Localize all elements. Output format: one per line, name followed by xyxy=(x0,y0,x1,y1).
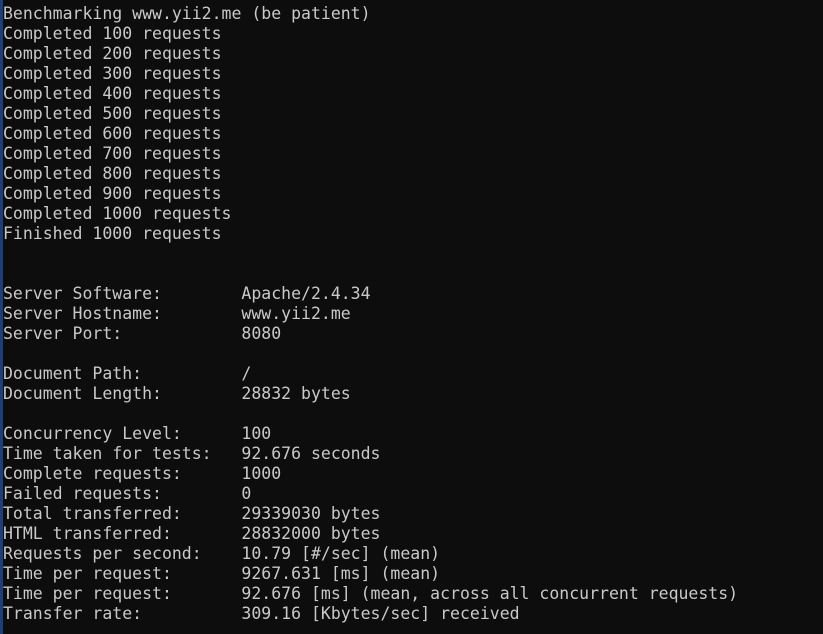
console-line-benchmark-stat: Transfer rate: 309.16 [Kbytes/sec] recei… xyxy=(3,604,520,623)
console-line-progress: Completed 900 requests xyxy=(3,184,222,203)
console-line-progress: Completed 700 requests xyxy=(3,144,222,163)
console-line-document-stat: Document Length: 28832 bytes xyxy=(3,384,351,403)
console-line-benchmark-stat: Concurrency Level: 100 xyxy=(3,424,272,443)
console-line-server-stat: Server Software: Apache/2.4.34 xyxy=(3,284,371,303)
console-line-server-stat: Server Hostname: www.yii2.me xyxy=(3,304,351,323)
console-line-progress: Finished 1000 requests xyxy=(3,224,222,243)
console-line-benchmark-stat: Total transferred: 29339030 bytes xyxy=(3,504,381,523)
console-line-benchmark-stat: Time taken for tests: 92.676 seconds xyxy=(3,444,381,463)
console-line-benchmark-stat: Time per request: 92.676 [ms] (mean, acr… xyxy=(3,584,739,603)
terminal-left-edge-marker xyxy=(0,0,3,634)
console-line-progress: Completed 200 requests xyxy=(3,44,222,63)
console-line-header: Benchmarking www.yii2.me (be patient) xyxy=(3,4,371,23)
console-line-server-stat: Server Port: 8080 xyxy=(3,324,282,343)
console-line-progress: Completed 600 requests xyxy=(3,124,222,143)
console-line-benchmark-stat: HTML transferred: 28832000 bytes xyxy=(3,524,381,543)
console-line-progress: Completed 400 requests xyxy=(3,84,222,103)
console-output: Benchmarking www.yii2.me (be patient) Com… xyxy=(3,4,823,624)
console-line-benchmark-stat: Complete requests: 1000 xyxy=(3,464,282,483)
console-line-document-stat: Document Path: / xyxy=(3,364,252,383)
console-line-benchmark-stat: Time per request: 9267.631 [ms] (mean) xyxy=(3,564,441,583)
console-line-progress: Completed 100 requests xyxy=(3,24,222,43)
console-line-progress: Completed 1000 requests xyxy=(3,204,232,223)
console-line-benchmark-stat: Requests per second: 10.79 [#/sec] (mean… xyxy=(3,544,441,563)
console-line-benchmark-stat: Failed requests: 0 xyxy=(3,484,252,503)
console-line-progress: Completed 300 requests xyxy=(3,64,222,83)
terminal-window[interactable]: Benchmarking www.yii2.me (be patient) Com… xyxy=(0,0,823,634)
console-line-progress: Completed 800 requests xyxy=(3,164,222,183)
console-line-progress: Completed 500 requests xyxy=(3,104,222,123)
